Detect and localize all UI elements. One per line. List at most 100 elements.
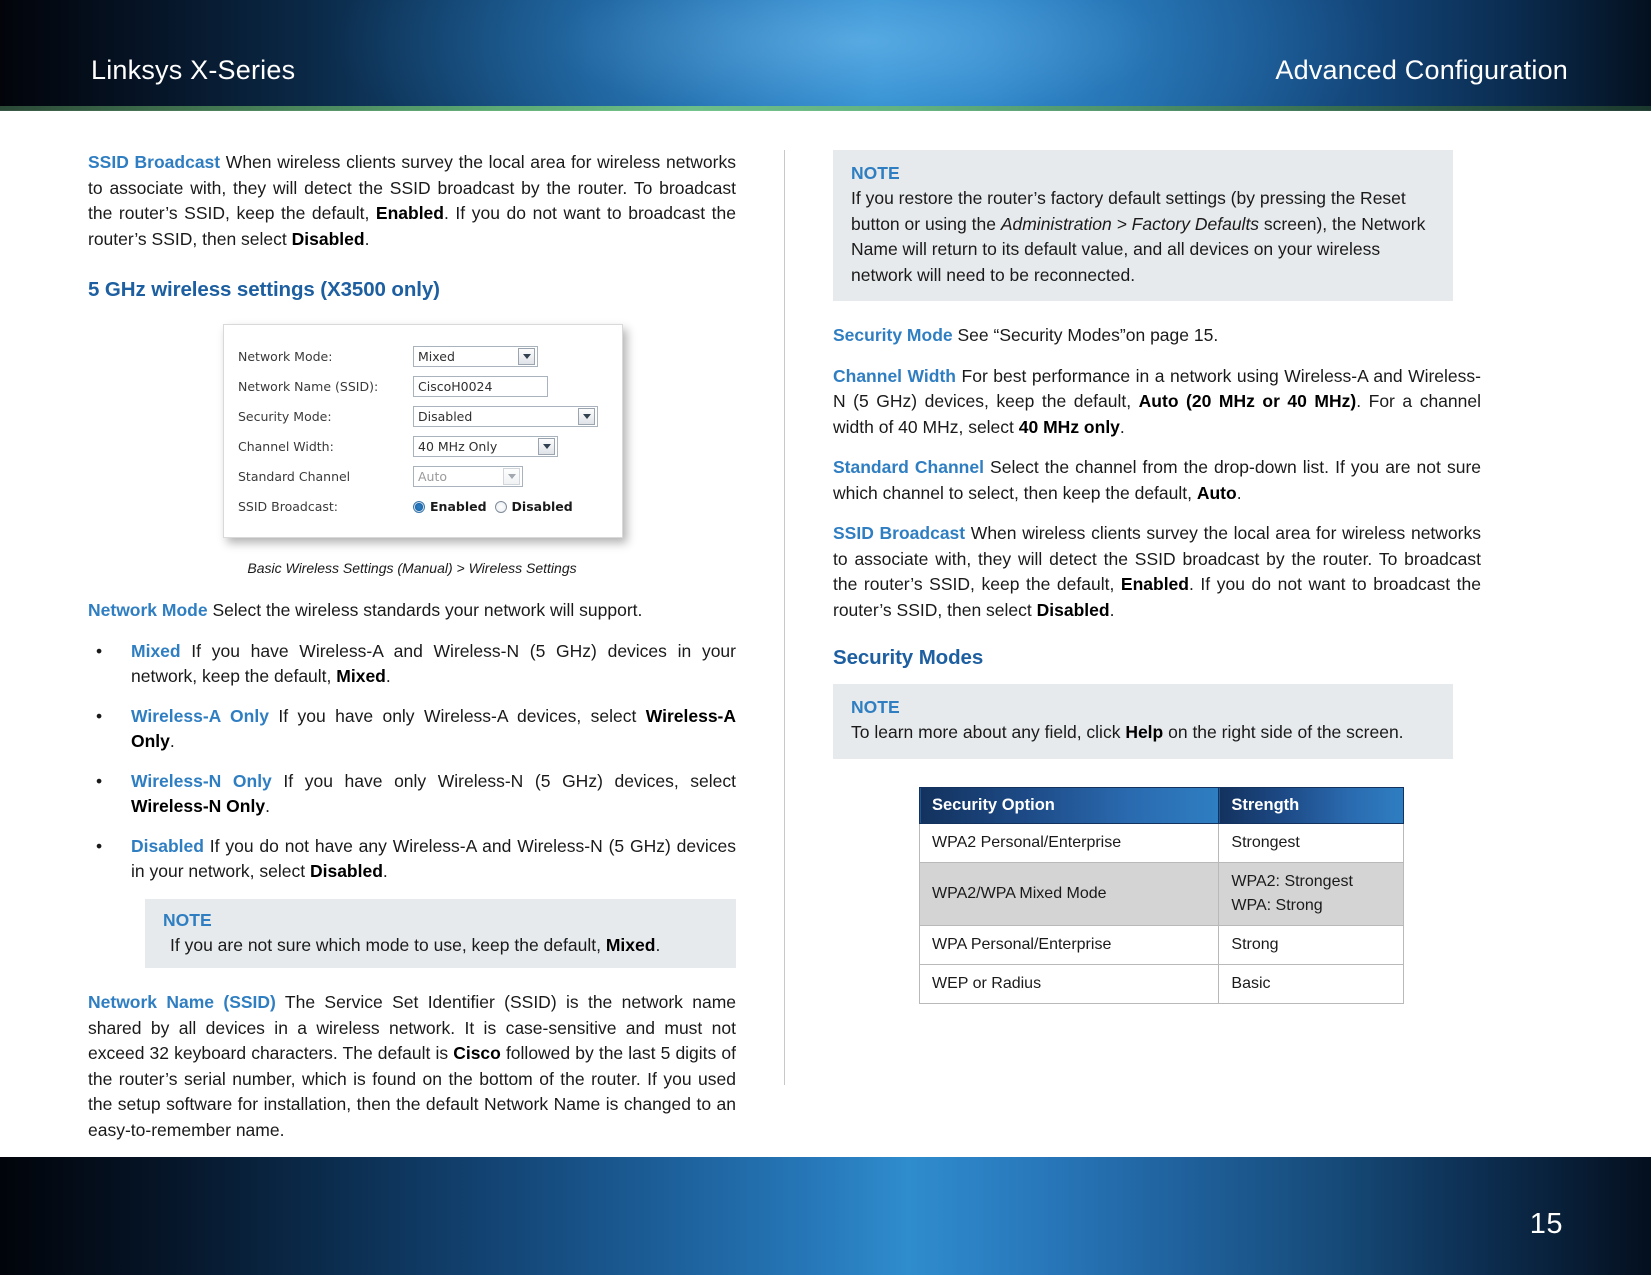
- option-mixed: Mixed: [131, 640, 181, 661]
- text: If you have only Wireless-N (5 GHz) devi…: [271, 770, 736, 791]
- network-mode-select[interactable]: Mixed: [413, 346, 538, 367]
- paragraph-standard-channel: Standard Channel Select the channel from…: [833, 455, 1481, 506]
- list-item: • Mixed If you have Wireless-A and Wirele…: [88, 639, 736, 690]
- network-mode-value: Mixed: [418, 349, 455, 364]
- settings-row-channel-width: Channel Width: 40 MHz Only: [238, 433, 608, 460]
- cell-strength: WPA2: Strongest WPA: Strong: [1218, 861, 1404, 926]
- settings-label: Security Mode:: [238, 409, 332, 424]
- bullet-icon: •: [96, 835, 103, 856]
- text: To learn more about any field, click: [851, 722, 1126, 742]
- settings-label: Standard Channel: [238, 469, 351, 484]
- standard-channel-value: Auto: [418, 469, 448, 484]
- settings-label: Network Mode:: [238, 349, 333, 364]
- bold-value: Mixed: [605, 934, 656, 955]
- security-mode-select[interactable]: Disabled: [413, 406, 598, 427]
- network-name-input[interactable]: CiscoH0024: [413, 376, 548, 397]
- term-ssid-broadcast: SSID Broadcast: [833, 523, 966, 543]
- option-wireless-n-only: Wireless-N Only: [131, 770, 272, 791]
- bold-auto: Auto: [1196, 482, 1237, 503]
- text: If you do not have any Wireless-A and Wi…: [131, 835, 736, 882]
- bold-value: Mixed: [336, 666, 386, 686]
- text: .: [169, 731, 175, 751]
- text: .: [1109, 599, 1115, 620]
- term-channel-width: Channel Width: [833, 365, 956, 386]
- bullet-icon: •: [96, 770, 103, 791]
- settings-row-ssid-broadcast: SSID Broadcast: Enabled Disabled: [238, 493, 608, 520]
- chevron-down-icon: [503, 468, 520, 485]
- header-accent-rule: [0, 106, 1651, 111]
- bold-enabled: Enabled: [375, 203, 444, 223]
- paragraph-network-name: Network Name (SSID) The Service Set Iden…: [88, 990, 736, 1143]
- cell-strength: Strong: [1218, 924, 1404, 965]
- option-wireless-a-only: Wireless-A Only: [131, 705, 269, 726]
- text: If you have Wireless-A and Wireless-N (5…: [131, 640, 736, 687]
- chevron-down-icon[interactable]: [518, 348, 535, 365]
- router-settings-screenshot: Network Mode: Mixed Network Name (SSID):…: [223, 324, 623, 538]
- column-header-strength: Strength: [1218, 786, 1404, 824]
- text: If you have only Wireless-A devices, sel…: [268, 705, 646, 726]
- table-row: WPA Personal/Enterprise Strong: [918, 924, 1404, 965]
- note-box-help: NOTE To learn more about any field, clic…: [833, 684, 1453, 759]
- cell-strength-line1: WPA2: Strongest: [1231, 872, 1353, 890]
- radio-enabled-label: Enabled: [430, 499, 487, 514]
- table-row: WPA2/WPA Mixed Mode WPA2: Strongest WPA:…: [918, 861, 1404, 926]
- column-divider: [784, 150, 785, 1085]
- bold-help: Help: [1125, 722, 1164, 742]
- text: .: [385, 666, 391, 686]
- page-number: 15: [1529, 1208, 1563, 1240]
- bold-value: Wireless-N Only: [131, 796, 266, 816]
- cell-security-option: WPA Personal/Enterprise: [918, 924, 1220, 965]
- settings-label: SSID Broadcast:: [238, 499, 338, 514]
- note-body: If you are not sure which mode to use, k…: [163, 933, 718, 959]
- bold-disabled: Disabled: [1036, 599, 1110, 620]
- settings-label: Network Name (SSID):: [238, 379, 379, 394]
- list-item: • Wireless-A Only If you have only Wirele…: [88, 704, 736, 755]
- radio-unselected-icon[interactable]: [494, 500, 507, 513]
- cell-strength-line2: WPA: Strong: [1231, 896, 1323, 914]
- note-title: NOTE: [851, 163, 900, 183]
- bullet-icon: •: [96, 640, 103, 661]
- bold-cisco: Cisco: [453, 1043, 501, 1063]
- bullet-icon: •: [96, 705, 103, 726]
- bold-auto-width: Auto (20 MHz or 40 MHz): [1138, 391, 1357, 411]
- section-heading-5ghz: 5 GHz wireless settings (X3500 only): [88, 278, 440, 301]
- radio-disabled[interactable]: Disabled: [494, 499, 573, 514]
- radio-enabled[interactable]: Enabled: [413, 499, 487, 514]
- figure-caption: Basic Wireless Settings (Manual) > Wirel…: [247, 560, 577, 576]
- cell-security-option: WPA2 Personal/Enterprise: [918, 822, 1220, 863]
- table-row: WEP or Radius Basic: [918, 963, 1404, 1004]
- text: .: [364, 228, 370, 249]
- chevron-down-icon[interactable]: [538, 438, 555, 455]
- radio-selected-icon[interactable]: [413, 500, 425, 513]
- paragraph-ssid-broadcast: SSID Broadcast When wireless clients sur…: [88, 150, 736, 252]
- network-mode-options-list: • Mixed If you have Wireless-A and Wirele…: [88, 639, 736, 885]
- cell-strength: Strongest: [1218, 822, 1404, 863]
- security-modes-table: Security Option Strength WPA2 Personal/E…: [918, 786, 1404, 1004]
- paragraph-ssid-broadcast-right: SSID Broadcast When wireless clients sur…: [833, 521, 1481, 623]
- standard-channel-select[interactable]: Auto: [413, 466, 523, 487]
- ssid-broadcast-radio-group[interactable]: Enabled Disabled: [413, 499, 573, 514]
- figure-wireless-settings: Network Mode: Mixed Network Name (SSID):…: [88, 324, 736, 576]
- settings-row-network-mode: Network Mode: Mixed: [238, 343, 608, 370]
- security-mode-value: Disabled: [418, 409, 473, 424]
- chevron-down-icon[interactable]: [578, 408, 595, 425]
- cell-security-option: WPA2/WPA Mixed Mode: [918, 861, 1220, 926]
- bold-40mhz: 40 MHz only: [1018, 416, 1120, 437]
- note-title: NOTE: [163, 909, 212, 930]
- bold-enabled: Enabled: [1120, 574, 1189, 594]
- text: .: [382, 861, 388, 881]
- text: .: [1236, 482, 1242, 503]
- left-column: SSID Broadcast When wireless clients sur…: [88, 150, 736, 1143]
- paragraph-network-mode: Network Mode Select the wireless standar…: [88, 598, 736, 624]
- text: .: [1119, 416, 1125, 437]
- settings-row-standard-channel: Standard Channel Auto: [238, 463, 608, 490]
- term-ssid-broadcast: SSID Broadcast: [88, 152, 221, 172]
- section-heading-security-modes: Security Modes: [833, 646, 984, 669]
- settings-label: Channel Width:: [238, 439, 334, 454]
- text: .: [655, 934, 661, 955]
- note-box-factory-defaults: NOTE If you restore the router’s factory…: [833, 150, 1453, 301]
- note-box-mode: NOTE If you are not sure which mode to u…: [145, 898, 736, 968]
- text: .: [265, 796, 270, 816]
- list-item: • Wireless-N Only If you have only Wirele…: [88, 769, 736, 820]
- channel-width-select[interactable]: 40 MHz Only: [413, 436, 558, 457]
